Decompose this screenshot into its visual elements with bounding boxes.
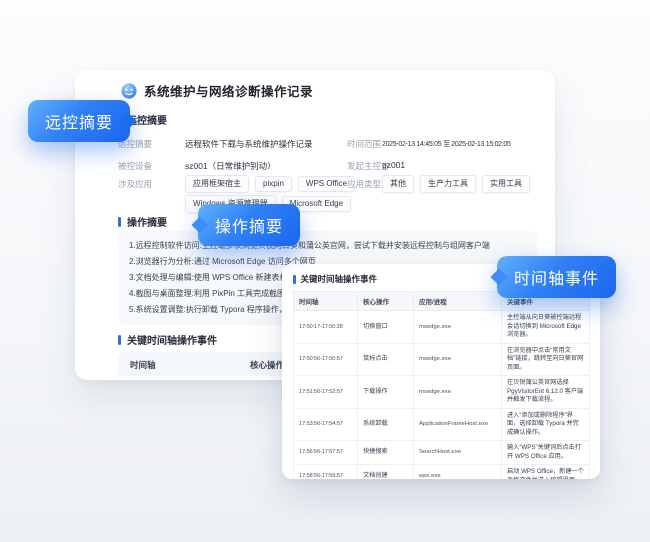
- column-header-time: 时间轴: [130, 359, 156, 371]
- cell-event: 在贝锐蒲公英官网选择 PgyVisitorEnt 6.12.0 客户端并触发下载…: [502, 376, 590, 409]
- cell-event: 启动 WPS Office，新建一个表格文件并进入编辑界面。: [502, 465, 590, 480]
- cell-event: 在浏览器中点击“常用文档”链接，跳转至向日葵官网页面。: [502, 343, 590, 376]
- remote-summary-value: 远程软件下载与系统维护操作记录: [185, 138, 313, 150]
- type-tag: 生产力工具: [420, 175, 476, 193]
- section-operation-summary-heading: 操作摘要: [118, 214, 167, 229]
- time-range-label: 时间范围: [347, 138, 381, 150]
- cell-action: 下载操作: [358, 376, 414, 409]
- timeline-card-heading-label: 关键时间轴操作事件: [301, 273, 378, 285]
- cell-time: 17:51:56-17:52:57: [294, 376, 358, 409]
- cell-time: 17:58:56-17:59:57: [294, 465, 358, 480]
- callout-remote-summary-label: 远控摘要: [45, 115, 113, 132]
- cell-process: msedge.exe: [414, 376, 502, 409]
- cell-event: 输入“WPS”关键词后点击打开 WPS Office 应用。: [502, 441, 590, 465]
- page-title: 系统维护与网络诊断操作记录: [144, 81, 313, 100]
- cell-process: ApplicationFrameHost.exe: [414, 408, 502, 441]
- app-tag: 应用框架宿主: [185, 175, 249, 193]
- cell-time: 17:50:17-17:50:28: [294, 311, 358, 344]
- time-range-value: 2025-02-13 14:45:05 至 2025-02-13 15:02:0…: [382, 139, 511, 149]
- cell-event: 进入“添加或删除程序”界面，选择卸载 Typora 并完成确认操作。: [502, 408, 590, 441]
- involved-apps-label: 涉及应用: [118, 178, 152, 190]
- type-tag: 实用工具: [482, 175, 530, 193]
- timeline-row: 17:51:56-17:52:57 下载操作 msedge.exe 在贝锐蒲公英…: [294, 376, 590, 409]
- section-bar: [118, 217, 121, 227]
- section-timeline-label: 关键时间轴操作事件: [127, 332, 217, 347]
- type-tag: 其他: [382, 175, 414, 193]
- section-timeline-heading: 关键时间轴操作事件: [118, 332, 217, 347]
- cell-process: SearchHost.exe: [414, 441, 502, 465]
- timeline-row: 17:58:56-17:59:57 文档创建 wps.exe 启动 WPS Of…: [294, 465, 590, 480]
- cell-action: 快捷搜索: [358, 441, 414, 465]
- cell-time: 17:53:56-17:54:57: [294, 408, 358, 441]
- cell-process: wps.exe: [414, 465, 502, 480]
- cell-action: 切换窗口: [358, 311, 414, 344]
- cell-action: 系统卸载: [358, 408, 414, 441]
- involved-apps-tags-row1: 应用框架宿主pixpinWPS Office: [185, 173, 361, 193]
- section-bar: [293, 275, 296, 284]
- section-bar: [118, 335, 121, 345]
- initiator-value: gz001: [382, 160, 405, 170]
- cell-time: 17:56:56-17:57:57: [294, 441, 358, 465]
- timeline-row: 17:50:56-17:50:57 鼠标点击 msedge.exe 在浏览器中点…: [294, 343, 590, 376]
- app-type-tags-row: 其他生产力工具实用工具: [382, 173, 536, 193]
- callout-operation-summary: 操作摘要: [198, 204, 300, 246]
- card-title-row: 系统维护与网络诊断操作记录: [121, 81, 313, 100]
- callout-operation-summary-label: 操作摘要: [215, 219, 283, 236]
- app-logo-icon: [121, 83, 137, 99]
- callout-remote-summary: 远控摘要: [28, 100, 130, 142]
- timeline-row: 17:53:56-17:54:57 系统卸载 ApplicationFrameH…: [294, 408, 590, 441]
- col-header-time: 时间轴: [294, 292, 358, 311]
- column-header-action: 核心操作: [250, 359, 284, 371]
- col-header-process: 应用/进程: [414, 292, 502, 311]
- app-type-label: 应用类型: [347, 178, 381, 190]
- timeline-row: 17:56:56-17:57:57 快捷搜索 SearchHost.exe 输入…: [294, 441, 590, 465]
- cell-action: 文档创建: [358, 465, 414, 480]
- section-operation-summary-label: 操作摘要: [127, 214, 167, 229]
- callout-timeline-events: 时间轴事件: [497, 256, 616, 298]
- controlled-device-label: 被控设备: [118, 160, 152, 172]
- cell-event: 主控端从向日葵被控端远程会话切换到 Microsoft Edge浏览器。: [502, 311, 590, 344]
- cell-process: msedge.exe: [414, 343, 502, 376]
- summary-item: 1.远程控制软件访问:主控端多次浏览贝锐向日葵和蒲公英官网，尝试下载并安装远程控…: [129, 238, 526, 254]
- cell-action: 鼠标点击: [358, 343, 414, 376]
- callout-timeline-events-label: 时间轴事件: [514, 271, 599, 288]
- timeline-table: 时间轴 核心操作 应用/进程 关键事件 17:50:17-17:50:28 切换…: [293, 291, 590, 479]
- cell-time: 17:50:56-17:50:57: [294, 343, 358, 376]
- timeline-row: 17:50:17-17:50:28 切换窗口 msedge.exe 主控端从向日…: [294, 311, 590, 344]
- cell-process: msedge.exe: [414, 311, 502, 344]
- controlled-device-value: sz001（日常维护别动）: [185, 160, 276, 172]
- col-header-action: 核心操作: [358, 292, 414, 311]
- app-tag: pixpin: [255, 176, 292, 192]
